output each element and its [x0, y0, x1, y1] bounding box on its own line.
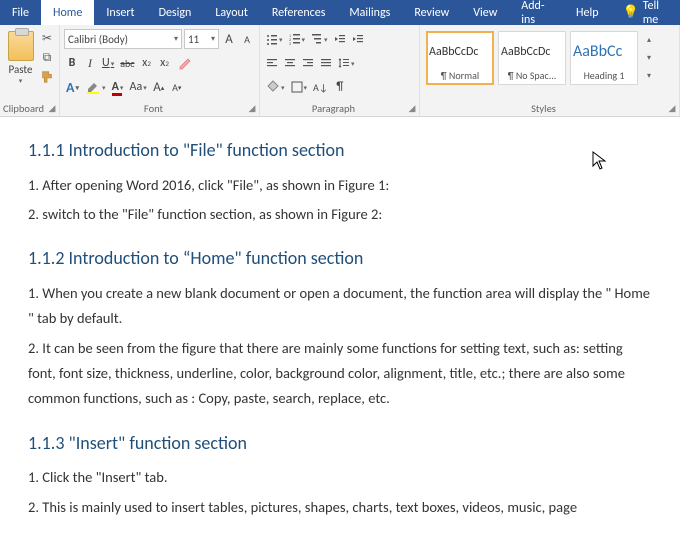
cut-button[interactable]: ✂ [39, 31, 55, 46]
font-launcher[interactable]: ◢ [247, 104, 257, 114]
font-size-combo[interactable]: 11▾ [184, 29, 219, 49]
align-center-button[interactable] [282, 53, 298, 73]
show-marks-button[interactable]: ¶ [332, 77, 348, 97]
group-label-paragraph: Paragraph [260, 102, 407, 115]
style-preview: AaBbCc [573, 34, 635, 69]
styles-gallery-controls: ▴ ▾ ▾ [642, 31, 656, 85]
align-right-button[interactable] [300, 53, 316, 73]
style-normal[interactable]: AaBbCcDc ¶ Normal [426, 31, 494, 85]
bold-button[interactable]: B [64, 53, 80, 73]
highlight-button[interactable] [83, 77, 108, 97]
styles-down-button[interactable]: ▾ [647, 53, 651, 63]
tab-review[interactable]: Review [402, 0, 461, 25]
para: 1. Click the "Insert" tab. [28, 465, 652, 490]
tab-bar: File Home Insert Design Layout Reference… [0, 0, 680, 25]
text-effects-button[interactable]: A [64, 77, 81, 97]
style-name: ¶ Normal [429, 69, 491, 82]
font-color-button[interactable]: A [110, 77, 126, 97]
para: 2. This is mainly used to insert tables,… [28, 495, 652, 520]
shrink-font2-button[interactable]: A▾ [169, 77, 185, 97]
styles-up-button[interactable]: ▴ [647, 35, 651, 45]
line-spacing-button[interactable] [336, 53, 357, 73]
justify-button[interactable] [318, 53, 334, 73]
clipboard-icon [8, 31, 34, 61]
clipboard-launcher[interactable]: ◢ [47, 104, 57, 114]
bullets-button[interactable] [264, 29, 285, 49]
styles-launcher[interactable]: ◢ [667, 104, 677, 114]
shrink-font-button[interactable]: A [239, 29, 255, 49]
document-body[interactable]: 1.1.1 Introduction to "File" function se… [0, 117, 680, 560]
group-label-clipboard: Clipboard [0, 102, 47, 115]
paste-button[interactable]: Paste ▾ [4, 27, 37, 85]
heading-112: 1.1.2 Introduction to “Home" function se… [28, 243, 652, 275]
group-label-styles: Styles [420, 102, 667, 115]
heading-111: 1.1.1 Introduction to "File" function se… [28, 135, 652, 167]
para: 2. It can be seen from the figure that t… [28, 336, 652, 412]
paste-label: Paste [9, 63, 33, 76]
tab-home[interactable]: Home [41, 0, 94, 25]
tab-file[interactable]: File [0, 0, 41, 25]
borders-button[interactable] [289, 77, 310, 97]
group-paragraph: 123 A↓ ¶ Paragraph ◢ [260, 25, 420, 116]
styles-more-button[interactable]: ▾ [647, 71, 651, 81]
shading-button[interactable] [264, 77, 287, 97]
heading-113: 1.1.3 "Insert" function section [28, 428, 652, 460]
style-no-spacing[interactable]: AaBbCcDc ¶ No Spac... [498, 31, 566, 85]
tab-insert[interactable]: Insert [94, 0, 146, 25]
grow-font2-button[interactable]: A▴ [151, 77, 167, 97]
para: 2. switch to the "File" function section… [28, 202, 652, 227]
ribbon: Paste ▾ ✂ ⧉ Clipboard ◢ Calibri (Body)▾ … [0, 25, 680, 117]
tellme-label: Tell me [643, 0, 668, 27]
group-styles: AaBbCcDc ¶ Normal AaBbCcDc ¶ No Spac... … [420, 25, 680, 116]
paragraph-launcher[interactable]: ◢ [407, 104, 417, 114]
tab-view[interactable]: View [461, 0, 509, 25]
tab-design[interactable]: Design [147, 0, 204, 25]
style-name: ¶ No Spac... [501, 69, 563, 82]
multilevel-button[interactable] [309, 29, 330, 49]
group-label-font: Font [60, 102, 247, 115]
strikethrough-button[interactable]: abc [118, 53, 136, 73]
superscript-button[interactable]: x2 [157, 53, 173, 73]
decrease-indent-button[interactable] [332, 29, 348, 49]
tab-references[interactable]: References [260, 0, 338, 25]
para: 1. After opening Word 2016, click "File"… [28, 173, 652, 198]
copy-button[interactable]: ⧉ [39, 50, 55, 65]
font-name-combo[interactable]: Calibri (Body)▾ [64, 29, 182, 49]
underline-button[interactable]: U [100, 53, 116, 73]
tab-tellme[interactable]: 💡 Tell me [611, 0, 680, 25]
format-painter-button[interactable] [39, 70, 55, 85]
tab-mailings[interactable]: Mailings [337, 0, 402, 25]
grow-font-button[interactable]: A [221, 29, 237, 49]
style-heading1[interactable]: AaBbCc Heading 1 [570, 31, 638, 85]
italic-button[interactable]: I [82, 53, 98, 73]
subscript-button[interactable]: x2 [139, 53, 155, 73]
style-preview: AaBbCcDc [429, 34, 491, 69]
svg-text:3: 3 [289, 42, 291, 45]
clear-formatting-button[interactable] [175, 53, 195, 73]
font-size-value: 11 [188, 33, 199, 46]
tab-help[interactable]: Help [564, 0, 611, 25]
lightbulb-icon: 💡 [623, 5, 639, 20]
style-name: Heading 1 [573, 69, 635, 82]
increase-indent-button[interactable] [350, 29, 366, 49]
group-clipboard: Paste ▾ ✂ ⧉ Clipboard ◢ [0, 25, 60, 116]
numbering-button[interactable]: 123 [287, 29, 308, 49]
group-font: Calibri (Body)▾ 11▾ A A B I U abc x2 x2 … [60, 25, 260, 116]
align-left-button[interactable] [264, 53, 280, 73]
style-preview: AaBbCcDc [501, 34, 563, 69]
para: 1. When you create a new blank document … [28, 281, 652, 332]
sort-button[interactable]: A↓ [311, 77, 330, 97]
font-name-value: Calibri (Body) [68, 33, 128, 46]
tab-addins[interactable]: Add-ins [509, 0, 564, 25]
change-case-button[interactable]: Aa [128, 77, 149, 97]
tab-layout[interactable]: Layout [203, 0, 260, 25]
